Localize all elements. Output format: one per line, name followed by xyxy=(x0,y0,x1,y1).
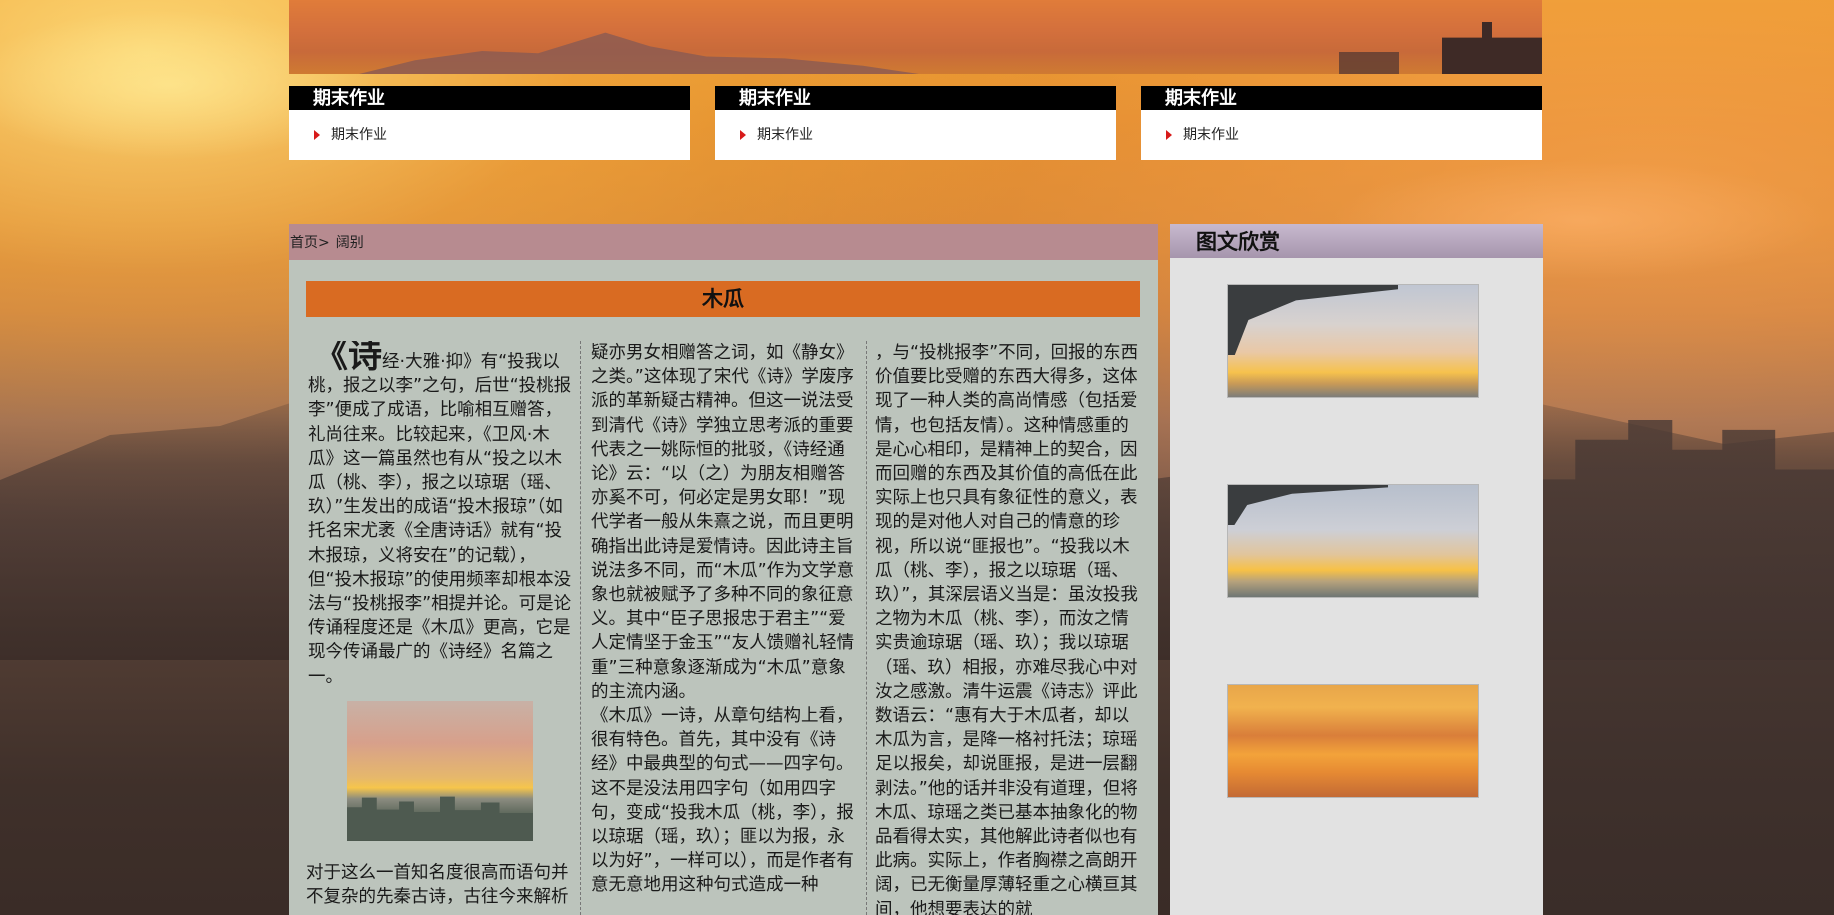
category-title: 期末作业 xyxy=(715,86,1116,110)
article-column-2: 疑亦男女相赠答之词，如《静女》之类。”这体现了宋代《诗》学废序派的革新疑古精神。… xyxy=(580,341,867,915)
article-photo-wrap xyxy=(306,700,572,843)
category-box-1: 期末作业 期末作业 xyxy=(289,86,690,160)
article-columns: 《诗经·大雅·抑》有“投我以桃，报之以李”之句，后世“投桃报李”便成了成语，比喻… xyxy=(306,341,1144,915)
category-link[interactable]: 期末作业 xyxy=(715,126,1116,144)
breadcrumb: 首页> 阔别 xyxy=(289,224,1158,260)
banner-building-small xyxy=(1339,52,1399,74)
article-paragraph: 疑亦男女相赠答之词，如《静女》之类。”这体现了宋代《诗》学废序派的革新疑古精神。… xyxy=(591,343,855,702)
category-link[interactable]: 期末作业 xyxy=(289,126,690,144)
article-paragraph: 对于这么一首知名度很高而语句并不复杂的先秦古诗，古往今来解析 xyxy=(306,862,569,908)
dropcap: 《诗 xyxy=(314,341,382,376)
category-link-label: 期末作业 xyxy=(757,127,813,143)
background-buildings xyxy=(1540,420,1834,915)
breadcrumb-home-link[interactable]: 首页> xyxy=(290,235,330,251)
banner-mountain xyxy=(359,32,919,74)
category-title: 期末作业 xyxy=(1141,86,1542,110)
arrow-right-icon xyxy=(740,130,746,140)
category-link[interactable]: 期末作业 xyxy=(1141,126,1542,144)
category-box-2: 期末作业 期末作业 xyxy=(715,86,1116,160)
breadcrumb-current: 阔别 xyxy=(335,235,364,251)
article-panel: 首页> 阔别 木瓜 《诗经·大雅·抑》有“投我以桃，报之以李”之句，后世“投桃报李… xyxy=(289,224,1158,915)
category-link-label: 期末作业 xyxy=(1183,127,1239,143)
thumbnail-bridge-silhouette xyxy=(1228,485,1388,525)
gallery-thumbnail[interactable] xyxy=(1227,284,1479,398)
category-title: 期末作业 xyxy=(289,86,690,110)
category-link-label: 期末作业 xyxy=(331,127,387,143)
photo-city-skyline xyxy=(347,796,533,841)
sidebar-gallery: 图文欣赏 xyxy=(1170,224,1543,915)
article-column-3: ，与“投桃报李”不同，回报的东西价值要比受赠的东西大得多，这体现了一种人类的高尚… xyxy=(867,341,1141,915)
arrow-right-icon xyxy=(314,130,320,140)
gallery-thumbnail[interactable] xyxy=(1227,484,1479,598)
arrow-right-icon xyxy=(1166,130,1172,140)
article-paragraph: 《木瓜》一诗，从章句结构上看，很有特色。首先，其中没有《诗经》中最典型的句式——… xyxy=(591,706,854,896)
article-photo xyxy=(347,700,533,841)
category-box-3: 期末作业 期末作业 xyxy=(1141,86,1542,160)
thumbnail-bridge-silhouette xyxy=(1228,285,1398,355)
article-column-1: 《诗经·大雅·抑》有“投我以桃，报之以李”之句，后世“投桃报李”便成了成语，比喻… xyxy=(306,341,580,915)
sidebar-title: 图文欣赏 xyxy=(1170,224,1543,258)
article-paragraph: 《诗经·大雅·抑》有“投我以桃，报之以李”之句，后世“投桃报李”便成了成语，比喻… xyxy=(306,341,572,689)
header-banner xyxy=(289,0,1542,74)
gallery-thumbnail[interactable] xyxy=(1227,684,1479,798)
article-text: 经·大雅·抑》有“投我以桃，报之以李”之句，后世“投桃报李”便成了成语，比喻相互… xyxy=(308,352,572,687)
banner-building xyxy=(1442,22,1542,74)
article-title: 木瓜 xyxy=(306,281,1140,317)
article-paragraph: ，与“投桃报李”不同，回报的东西价值要比受赠的东西大得多，这体现了一种人类的高尚… xyxy=(875,343,1139,915)
